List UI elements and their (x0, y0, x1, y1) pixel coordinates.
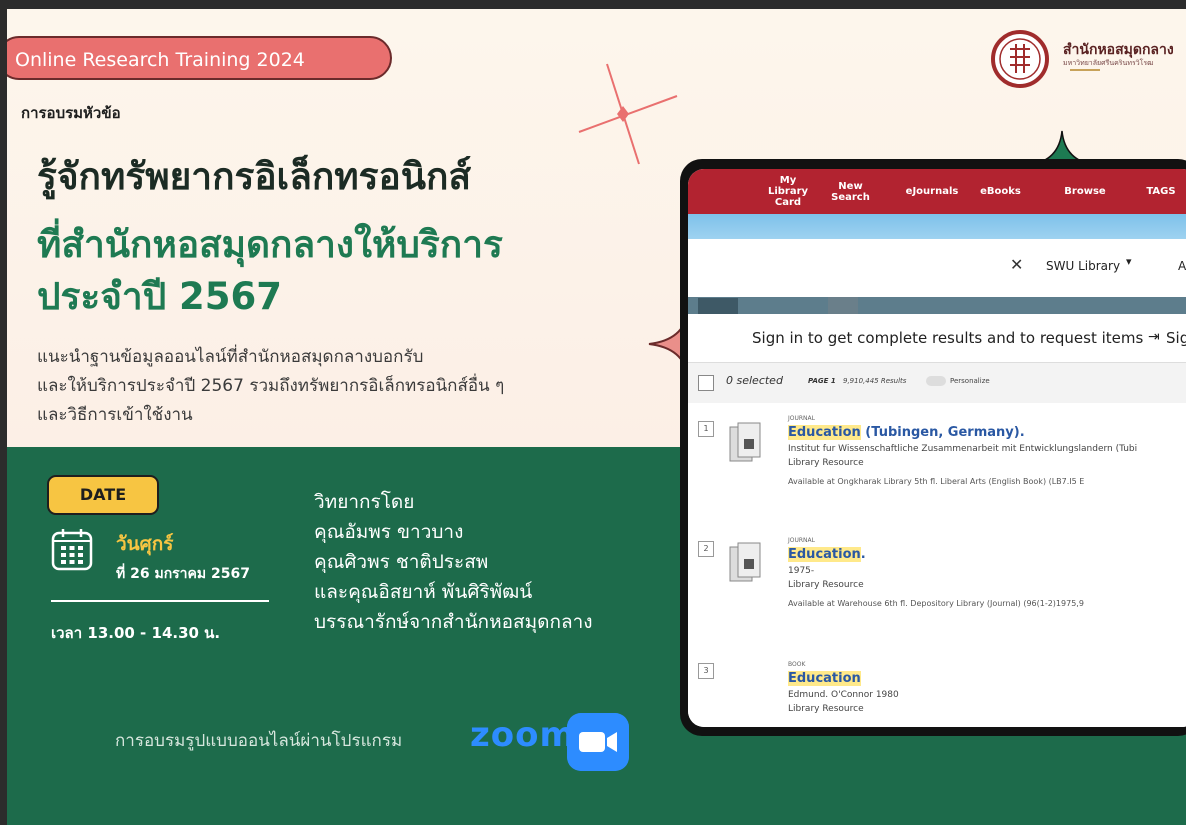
result-resource-type: Library Resource (788, 458, 864, 468)
result-number[interactable]: 3 (698, 663, 714, 679)
result-availability[interactable]: Available at Warehouse 6th fl. Depositor… (788, 599, 1084, 608)
title-line-3: ประจำปี 2567 (37, 275, 283, 318)
screenshot-content: My Library Card New Search eJournals eBo… (688, 169, 1186, 727)
description-line: และวิธีการเข้าใช้งาน (37, 405, 193, 425)
calendar-icon (51, 529, 93, 571)
title-line-1: รู้จักทรัพยากรอิเล็กทรอนิกส์ (37, 155, 472, 198)
search-scope-next[interactable]: All (1178, 259, 1186, 273)
divider (51, 600, 269, 602)
chevron-down-icon: ▾ (1126, 255, 1132, 268)
speaker-name: และคุณอิสยาห์ พันศิริพัฒน์ (314, 581, 533, 603)
title-rest: (Tubingen, Germany). (860, 425, 1025, 440)
selection-toolbar: 0 selected PAGE 1 9,910,445 Results Pers… (688, 362, 1186, 404)
signin-message: Sign in to get complete results and to r… (752, 329, 1144, 347)
title-line-2: ที่สำนักหอสมุดกลางให้บริการ (37, 223, 503, 266)
nav-new-search[interactable]: New Search (823, 169, 878, 214)
nav-ebooks[interactable]: eBooks (973, 169, 1028, 214)
clear-search-icon[interactable]: ✕ (1010, 255, 1023, 274)
event-banner: Online Research Training 2024 (7, 36, 392, 80)
library-logo-icon (991, 30, 1049, 88)
speakers-affiliation: บรรณารักษ์จากสำนักหอสมุดกลาง (314, 611, 593, 633)
results-count: 9,910,445 Results (843, 377, 907, 385)
nav-tags[interactable]: TAGS (1136, 169, 1186, 214)
description: แนะนำฐานข้อมูลออนไลน์ที่สำนักหอสมุดกลางบ… (37, 343, 677, 430)
description-line: และให้บริการประจำปี 2567 รวมถึงทรัพยากรอ… (37, 376, 505, 396)
online-format-text: การอบรมรูปแบบออนไลน์ผ่านโปรแกรม (115, 731, 403, 751)
result-author: Institut fur Wissenschaftliche Zusammena… (788, 444, 1138, 454)
library-university: มหาวิทยาลัยศรีนครินทรวิโรฒ (1063, 59, 1154, 67)
result-item[interactable]: 2 JOURNAL Education. 1975- Library Resou… (688, 513, 1186, 632)
library-navbar: My Library Card New Search eJournals eBo… (688, 169, 1186, 214)
journal-thumbnail-icon (729, 542, 761, 582)
result-number[interactable]: 2 (698, 541, 714, 557)
result-author: Edmund. O'Connor 1980 (788, 690, 899, 700)
result-title[interactable]: Education (788, 671, 861, 686)
description-line: แนะนำฐานข้อมูลออนไลน์ที่สำนักหอสมุดกลางบ… (37, 347, 424, 367)
result-resource-type: Library Resource (788, 704, 864, 714)
title-rest: . (860, 547, 866, 562)
nav-browse[interactable]: Browse (1056, 169, 1114, 214)
journal-thumbnail-icon (729, 422, 761, 462)
event-day: วันศุกร์ (116, 533, 174, 555)
event-date: ที่ 26 มกราคม 2567 (116, 566, 250, 582)
result-availability[interactable]: Available at Ongkharak Library 5th fl. L… (788, 477, 1084, 486)
speaker-name: คุณอัมพร ขาวบาง (314, 521, 464, 543)
title-highlight: Education (788, 671, 861, 686)
speakers: วิทยากรโดย คุณอัมพร ขาวบาง คุณศิวพร ชาติ… (314, 487, 593, 637)
speakers-heading: วิทยากรโดย (314, 491, 415, 513)
search-bar: ✕ SWU Library ▾ All (688, 239, 1186, 297)
library-underline (1070, 69, 1100, 71)
result-item[interactable]: 3 BOOK Education Edmund. O'Connor 1980 L… (688, 631, 1186, 727)
result-resource-type: Library Resource (788, 580, 864, 590)
signin-icon: ⇥ (1148, 329, 1160, 345)
date-badge: DATE (47, 475, 159, 515)
result-type: JOURNAL (788, 415, 815, 422)
event-time: เวลา 13.00 - 14.30 น. (51, 624, 221, 642)
poster: Online Research Training 2024 สำนักหอสมุ… (7, 9, 1186, 825)
result-date: 1975- (788, 566, 815, 576)
title-highlight: Education (788, 547, 861, 562)
page-indicator: PAGE 1 (808, 377, 836, 385)
signin-row: Sign in to get complete results and to r… (688, 317, 1186, 357)
personalize-toggle[interactable] (926, 376, 946, 386)
result-number[interactable]: 1 (698, 421, 714, 437)
result-type: JOURNAL (788, 537, 815, 544)
nav-ejournals[interactable]: eJournals (896, 169, 968, 214)
search-scope-select[interactable]: SWU Library (1046, 259, 1120, 273)
result-item[interactable]: 1 JOURNAL Education (Tubingen, Germany).… (688, 403, 1186, 514)
library-search-screenshot: My Library Card New Search eJournals eBo… (680, 159, 1186, 736)
zoom-camera-icon (567, 713, 629, 771)
sparkle-decoration (578, 63, 678, 165)
result-title[interactable]: Education. (788, 547, 866, 562)
result-title[interactable]: Education (Tubingen, Germany). (788, 425, 1025, 440)
select-all-checkbox[interactable] (698, 375, 714, 391)
title-green-block: ที่สำนักหอสมุดกลางให้บริการ ประจำปี 2567 (37, 219, 503, 323)
nav-my-library-card[interactable]: My Library Card (758, 169, 818, 214)
title-highlight: Education (788, 425, 861, 440)
speaker-name: คุณศิวพร ชาติประสพ (314, 551, 489, 573)
selected-count: 0 selected (726, 374, 783, 387)
zoom-logo: zoom (470, 715, 576, 755)
signin-link[interactable]: Sig (1166, 329, 1186, 347)
topic-label: การอบรมหัวข้อ (21, 104, 121, 122)
personalize-label: Personalize (950, 377, 990, 385)
result-type: BOOK (788, 661, 806, 668)
